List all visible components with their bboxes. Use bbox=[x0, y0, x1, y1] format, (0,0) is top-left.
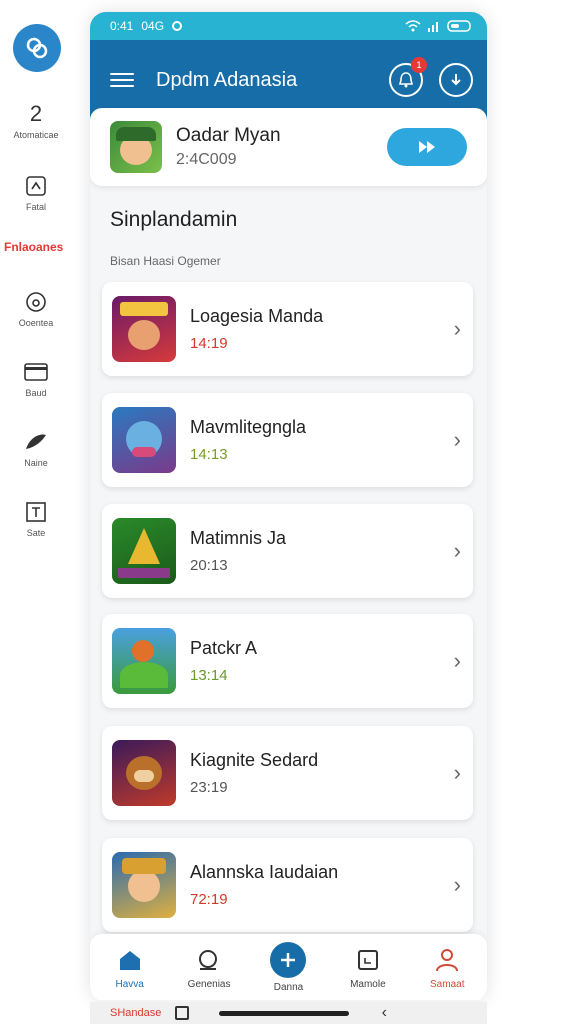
notification-badge: 1 bbox=[411, 57, 427, 73]
game-card[interactable]: Alannska Iaudaian 72:19 › bbox=[102, 838, 473, 932]
search-icon bbox=[194, 945, 224, 975]
status-bar: 0:41 04G bbox=[90, 12, 487, 40]
nav-label: Mamole bbox=[350, 978, 386, 990]
game-time: 72:19 bbox=[190, 891, 228, 908]
home-pill[interactable] bbox=[219, 1010, 350, 1016]
status-network: 04G bbox=[141, 19, 165, 33]
nav-item-center[interactable]: Danna bbox=[253, 941, 323, 993]
download-button[interactable] bbox=[439, 63, 473, 97]
game-thumbnail bbox=[112, 518, 176, 584]
status-dot-icon bbox=[172, 21, 183, 31]
section-subtitle: Bisan Haasi Ogemer bbox=[110, 254, 221, 268]
chevron-right-icon: › bbox=[453, 427, 461, 452]
profile-icon bbox=[432, 945, 462, 975]
section-title: Sinplandamin bbox=[110, 208, 238, 231]
nav-item-search[interactable]: Genenias bbox=[174, 945, 244, 990]
game-name: Alannska Iaudaian bbox=[190, 862, 339, 882]
notifications-button[interactable]: 1 bbox=[389, 57, 427, 97]
nav-item-library[interactable]: Mamole bbox=[333, 945, 403, 990]
two-icon: 2 bbox=[29, 101, 43, 126]
leaf-icon bbox=[24, 430, 48, 454]
rail-logo[interactable] bbox=[13, 24, 61, 72]
game-time: 14:13 bbox=[190, 446, 228, 463]
rail-item-atomaticae[interactable]: 2 Atomaticae bbox=[0, 101, 72, 140]
system-bar-label: SHandase bbox=[110, 1007, 162, 1019]
rail-item-ooentea[interactable]: Ooentea bbox=[0, 290, 72, 328]
rail-item-sate[interactable]: Sate bbox=[0, 500, 72, 538]
plus-icon bbox=[270, 941, 307, 978]
wallet-icon bbox=[24, 174, 48, 198]
game-card[interactable]: Loagesia Manda 14:19 › bbox=[102, 282, 473, 376]
nav-item-profile[interactable]: Samaat bbox=[412, 945, 482, 990]
download-icon bbox=[451, 74, 461, 86]
game-time: 23:19 bbox=[190, 779, 228, 796]
game-thumbnail bbox=[112, 407, 176, 473]
rail-item-label: Naine bbox=[24, 458, 48, 468]
featured-play-button[interactable] bbox=[387, 128, 467, 166]
featured-time: 2:4C009 bbox=[176, 151, 237, 168]
play-icon bbox=[419, 141, 435, 153]
home-icon bbox=[115, 945, 145, 975]
game-thumbnail bbox=[112, 852, 176, 918]
game-time: 20:13 bbox=[190, 557, 228, 574]
status-time: 0:41 bbox=[110, 19, 134, 33]
frame-icon bbox=[24, 500, 48, 524]
rail-item-label: Ooentea bbox=[18, 318, 54, 328]
game-name: Kiagnite Sedard bbox=[190, 750, 319, 770]
game-time: 13:14 bbox=[190, 667, 228, 684]
game-thumbnail bbox=[112, 740, 176, 806]
rail-item-baud[interactable]: Baud bbox=[0, 360, 72, 398]
nav-item-home[interactable]: Havva bbox=[95, 945, 165, 990]
app-title: Dpdm Adanasia bbox=[156, 68, 298, 91]
bell-icon bbox=[398, 72, 414, 88]
game-thumbnail bbox=[112, 296, 176, 362]
game-name: Mavmlitegngla bbox=[190, 417, 307, 437]
chevron-right-icon: › bbox=[453, 648, 461, 673]
featured-card[interactable]: Oadar Myan 2:4C009 bbox=[90, 108, 487, 186]
rail-item-naine[interactable]: Naine bbox=[0, 430, 72, 468]
game-card[interactable]: Kiagnite Sedard 23:19 › bbox=[102, 726, 473, 820]
chevron-right-icon: › bbox=[453, 760, 461, 785]
game-name: Loagesia Manda bbox=[190, 306, 324, 326]
game-name: Patckr A bbox=[190, 638, 258, 658]
featured-thumbnail bbox=[110, 121, 162, 173]
system-bar: SHandase ‹ bbox=[90, 1002, 487, 1024]
featured-name: Oadar Myan bbox=[176, 125, 281, 146]
recents-icon[interactable] bbox=[175, 1006, 190, 1020]
phone-screen: 0:41 04G Dpdm Adanasia 1 Oadar Myan 2:4C… bbox=[90, 12, 487, 1002]
battery-icon bbox=[447, 20, 471, 32]
game-name: Matimnis Ja bbox=[190, 528, 287, 548]
game-time: 14:19 bbox=[190, 335, 228, 352]
logo-icon bbox=[26, 37, 48, 59]
rail-item-label: Baud bbox=[25, 388, 47, 398]
left-rail: 2 Atomaticae Fatal Fnlaoanes Ooentea Bau… bbox=[0, 0, 78, 1024]
back-icon[interactable]: ‹ bbox=[382, 1004, 387, 1022]
library-icon bbox=[353, 945, 383, 975]
nav-label: Havva bbox=[115, 978, 144, 990]
signal-icon bbox=[428, 22, 438, 32]
chevron-right-icon: › bbox=[453, 538, 461, 563]
nav-label: Samaat bbox=[430, 978, 465, 990]
rail-item-fatal[interactable]: Fatal bbox=[0, 174, 72, 212]
game-card[interactable]: Matimnis Ja 20:13 › bbox=[102, 504, 473, 598]
rail-item-label: Fatal bbox=[25, 202, 46, 212]
bottom-nav: Havva Genenias Danna Mamole Samaat bbox=[90, 934, 487, 1000]
nav-label: Genenias bbox=[187, 978, 231, 990]
chevron-right-icon: › bbox=[453, 316, 461, 341]
chevron-right-icon: › bbox=[453, 872, 461, 897]
card-icon bbox=[24, 360, 48, 384]
game-thumbnail bbox=[112, 628, 176, 694]
game-card[interactable]: Patckr A 13:14 › bbox=[102, 614, 473, 708]
rail-active-label[interactable]: Fnlaoanes bbox=[4, 240, 63, 254]
game-card[interactable]: Mavmlitegngla 14:13 › bbox=[102, 393, 473, 487]
rail-item-label: Atomaticae bbox=[13, 130, 59, 140]
wifi-icon bbox=[405, 20, 421, 32]
menu-icon[interactable] bbox=[110, 68, 134, 92]
rail-item-label: Sate bbox=[26, 528, 46, 538]
drop-icon bbox=[24, 290, 48, 314]
nav-label: Danna bbox=[273, 981, 304, 993]
